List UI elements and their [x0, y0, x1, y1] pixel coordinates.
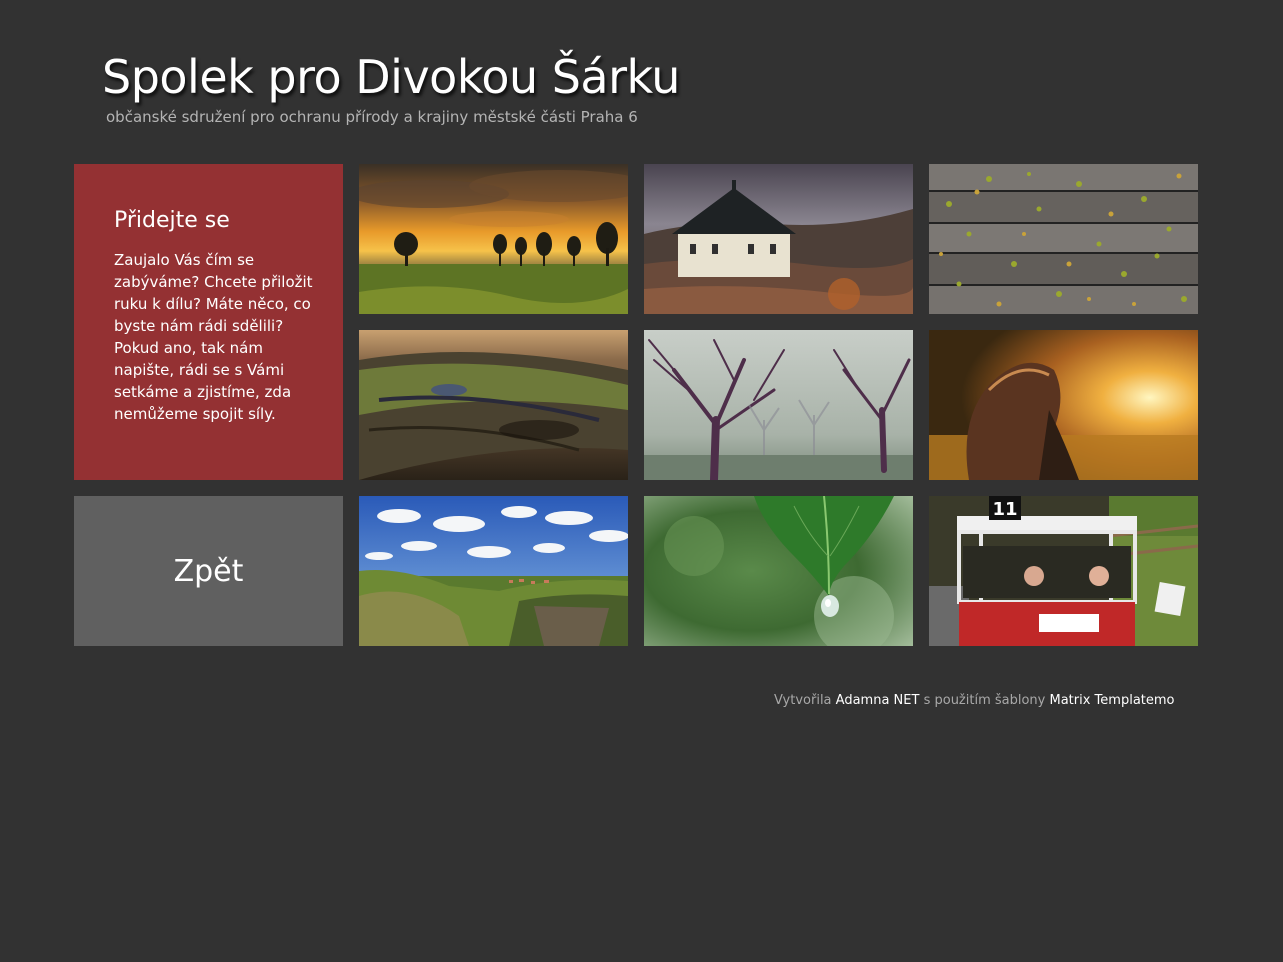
author-link[interactable]: Adamna NET	[836, 693, 920, 708]
site-title: Spolek pro Divokou Šárku	[102, 50, 680, 104]
join-us-title: Přidejte se	[114, 208, 230, 233]
footer-middle: s použitím šablony	[923, 693, 1046, 708]
back-button[interactable]: Zpět	[74, 496, 343, 646]
sunset-field-photo[interactable]	[359, 164, 628, 314]
chapel-photo[interactable]	[644, 164, 913, 314]
template-link[interactable]: Matrix Templatemo	[1050, 693, 1175, 708]
wooden-planks-leaves-photo[interactable]	[929, 164, 1198, 314]
valley-landscape-photo[interactable]	[359, 496, 628, 646]
tram-number: 11	[992, 499, 1017, 520]
site-subtitle: občanské sdružení pro ochranu přírody a …	[106, 108, 638, 126]
footer: Vytvořila Adamna NET s použitím šablony …	[774, 693, 1175, 708]
back-button-label: Zpět	[173, 553, 244, 589]
site-header: Spolek pro Divokou Šárku občanské sdruže…	[102, 48, 680, 126]
footer-prefix: Vytvořila	[774, 693, 832, 708]
foggy-trees-photo[interactable]	[644, 330, 913, 480]
join-us-panel: Přidejte se Zaujalo Vás čím se zabýváme?…	[74, 164, 343, 480]
tram-11-photo[interactable]: 11	[929, 496, 1198, 646]
girl-sunset-photo[interactable]	[929, 330, 1198, 480]
mossy-log-photo[interactable]	[359, 330, 628, 480]
join-us-text: Zaujalo Vás čím se zabýváme? Chcete přil…	[114, 251, 313, 423]
leaf-water-drop-photo[interactable]	[644, 496, 913, 646]
